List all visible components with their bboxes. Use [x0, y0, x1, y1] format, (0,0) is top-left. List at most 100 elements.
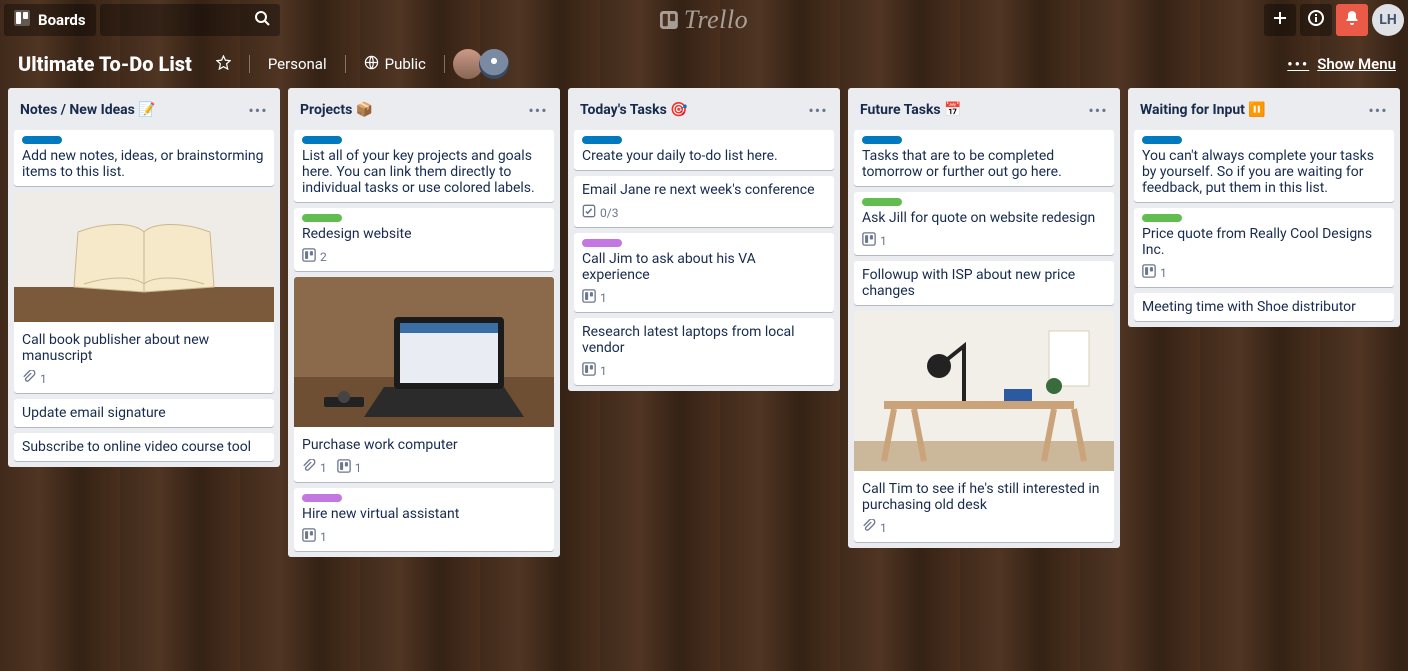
- card[interactable]: Research latest laptops from local vendo…: [574, 318, 834, 385]
- card[interactable]: Tasks that are to be completed tomorrow …: [854, 130, 1114, 186]
- label-blue[interactable]: [862, 136, 902, 144]
- card[interactable]: Hire new virtual assistant 1: [294, 488, 554, 551]
- board-title[interactable]: Ultimate To-Do List: [12, 48, 198, 80]
- visibility-label: Public: [385, 55, 426, 73]
- card-title: Tasks that are to be completed tomorrow …: [862, 148, 1106, 180]
- trello-icon: [302, 248, 316, 265]
- list-title[interactable]: Notes / New Ideas 📝: [20, 102, 240, 118]
- label-blue[interactable]: [22, 136, 62, 144]
- trello-icon: [14, 10, 30, 30]
- card-badges: 0/3: [582, 202, 826, 221]
- list[interactable]: Future Tasks 📅 ••• Tasks that are to be …: [848, 88, 1120, 548]
- card[interactable]: You can't always complete your tasks by …: [1134, 130, 1394, 202]
- member-avatar[interactable]: [479, 49, 509, 79]
- card[interactable]: Subscribe to online video course tool: [14, 433, 274, 461]
- board-members[interactable]: [453, 49, 509, 79]
- globe-icon: [364, 55, 379, 74]
- visibility-button[interactable]: Public: [354, 48, 436, 80]
- list-menu-button[interactable]: •••: [1366, 98, 1390, 122]
- card[interactable]: Redesign website 2: [294, 208, 554, 271]
- notifications-button[interactable]: [1336, 4, 1368, 36]
- list-title[interactable]: Today's Tasks 🎯: [580, 102, 800, 118]
- trello-icon: [337, 459, 351, 476]
- list-title[interactable]: Future Tasks 📅: [860, 102, 1080, 118]
- card-labels: [302, 214, 546, 222]
- card-badges: 11: [302, 457, 546, 476]
- card-title: Ask Jill for quote on website redesign: [862, 210, 1106, 226]
- card-badges: 1: [862, 230, 1106, 249]
- card[interactable]: Email Jane re next week's conference0/3: [574, 176, 834, 227]
- badge-checklist: 0/3: [582, 204, 618, 221]
- attachments-icon: [862, 519, 876, 536]
- label-green[interactable]: [302, 214, 342, 222]
- search-input[interactable]: [100, 4, 280, 36]
- card-title: Redesign website: [302, 226, 546, 242]
- card-title: List all of your key projects and goals …: [302, 148, 546, 196]
- list-menu-button[interactable]: •••: [1086, 98, 1110, 122]
- list[interactable]: Notes / New Ideas 📝 ••• Add new notes, i…: [8, 88, 280, 467]
- team-button[interactable]: Personal: [258, 48, 337, 80]
- label-purple[interactable]: [582, 239, 622, 247]
- card[interactable]: List all of your key projects and goals …: [294, 130, 554, 202]
- card-title: Subscribe to online video course tool: [22, 439, 266, 455]
- card[interactable]: Meeting time with Shoe distributor: [1134, 293, 1394, 321]
- card[interactable]: Call Jim to ask about his VA experience 1: [574, 233, 834, 312]
- card-title: Call Tim to see if he's still interested…: [862, 481, 1106, 513]
- card[interactable]: Followup with ISP about new price change…: [854, 261, 1114, 305]
- card[interactable]: Add new notes, ideas, or brainstorming i…: [14, 130, 274, 186]
- card[interactable]: Purchase work computer 11: [294, 277, 554, 482]
- card[interactable]: Call book publisher about new manuscript…: [14, 192, 274, 393]
- user-avatar[interactable]: LH: [1372, 4, 1404, 36]
- info-button[interactable]: [1300, 4, 1332, 36]
- badge-trello: 1: [302, 528, 327, 545]
- card[interactable]: Update email signature: [14, 399, 274, 427]
- label-purple[interactable]: [302, 494, 342, 502]
- badge-trello: 1: [862, 232, 887, 249]
- card[interactable]: Create your daily to-do list here.: [574, 130, 834, 170]
- card[interactable]: Ask Jill for quote on website redesign 1: [854, 192, 1114, 255]
- list-menu-button[interactable]: •••: [526, 98, 550, 122]
- badge-value: 1: [1160, 266, 1167, 280]
- card-title: Price quote from Really Cool Designs Inc…: [1142, 226, 1386, 258]
- list[interactable]: Projects 📦 ••• List all of your key proj…: [288, 88, 560, 557]
- list[interactable]: Today's Tasks 🎯 ••• Create your daily to…: [568, 88, 840, 391]
- list-menu-button[interactable]: •••: [246, 98, 270, 122]
- list-menu-button[interactable]: •••: [806, 98, 830, 122]
- label-blue[interactable]: [582, 136, 622, 144]
- badge-value: 1: [600, 291, 607, 305]
- card-title: Create your daily to-do list here.: [582, 148, 826, 164]
- label-blue[interactable]: [302, 136, 342, 144]
- list[interactable]: Waiting for Input ⏸️ ••• You can't alway…: [1128, 88, 1400, 327]
- badge-value: 1: [320, 530, 327, 544]
- board-canvas[interactable]: Notes / New Ideas 📝 ••• Add new notes, i…: [0, 88, 1408, 671]
- separator: [345, 55, 346, 73]
- card-badges: 1: [22, 368, 266, 387]
- show-menu-button[interactable]: ••• Show Menu: [1287, 55, 1396, 73]
- card-badges: 1: [302, 526, 546, 545]
- card-title: Add new notes, ideas, or brainstorming i…: [22, 148, 266, 180]
- star-board-button[interactable]: [206, 48, 241, 80]
- badge-trello: 1: [582, 289, 607, 306]
- trello-icon: [302, 528, 316, 545]
- card[interactable]: Price quote from Really Cool Designs Inc…: [1134, 208, 1394, 287]
- card-badges: 2: [302, 246, 546, 265]
- card-title: Call Jim to ask about his VA experience: [582, 251, 826, 283]
- card-title: Purchase work computer: [302, 437, 546, 453]
- trello-icon: [582, 289, 596, 306]
- boards-button[interactable]: Boards: [4, 4, 96, 36]
- card-badges: 1: [582, 360, 826, 379]
- label-green[interactable]: [862, 198, 902, 206]
- list-title[interactable]: Waiting for Input ⏸️: [1140, 102, 1360, 118]
- label-blue[interactable]: [1142, 136, 1182, 144]
- list-title[interactable]: Projects 📦: [300, 102, 520, 118]
- card[interactable]: Call Tim to see if he's still interested…: [854, 311, 1114, 542]
- app-logo[interactable]: Trello: [660, 5, 748, 35]
- card-cover-image: [294, 277, 554, 427]
- card-cover-image: [14, 192, 274, 322]
- card-labels: [22, 136, 266, 144]
- card-title: Meeting time with Shoe distributor: [1142, 299, 1386, 315]
- create-button[interactable]: [1264, 4, 1296, 36]
- label-green[interactable]: [1142, 214, 1182, 222]
- card-title: Hire new virtual assistant: [302, 506, 546, 522]
- badge-value: 1: [40, 372, 47, 386]
